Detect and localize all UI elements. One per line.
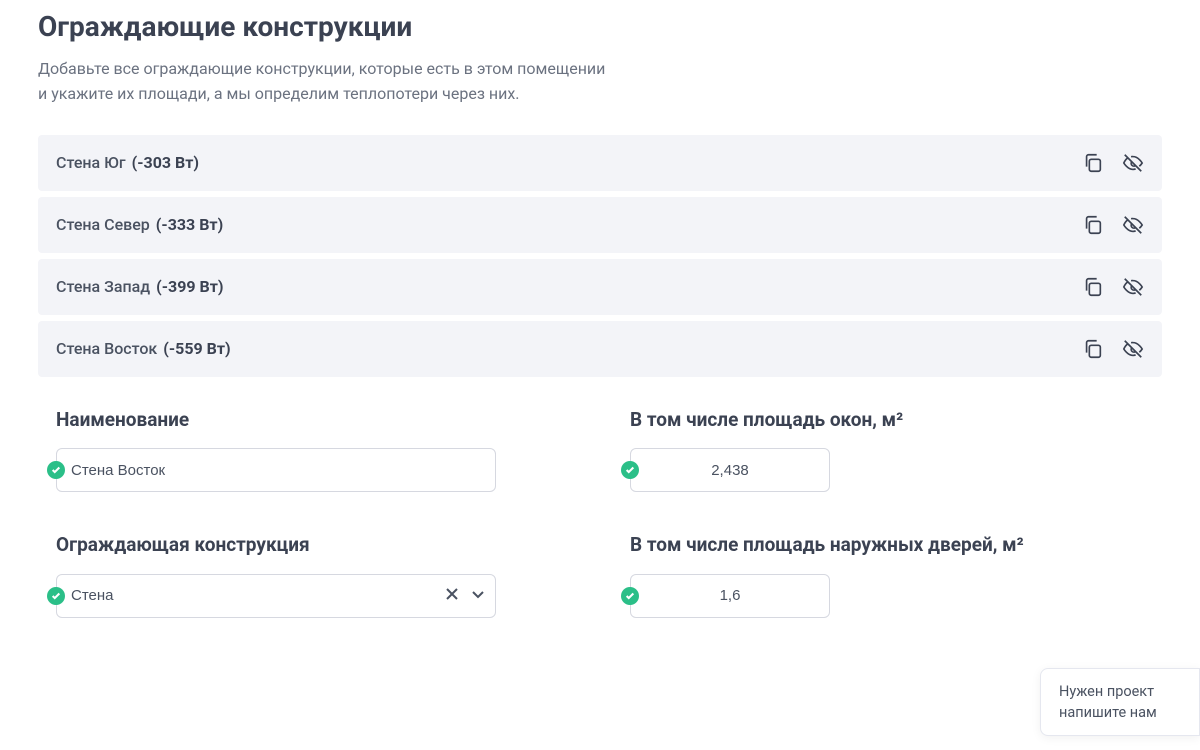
chat-widget[interactable]: Нужен проект напишите нам (1040, 668, 1200, 736)
window-area-input[interactable] (630, 448, 830, 492)
valid-check-icon (47, 587, 65, 605)
row-label: Стена Север (-333 Вт) (56, 215, 223, 234)
copy-icon[interactable] (1082, 338, 1104, 360)
row-name: Стена Восток (56, 339, 157, 358)
door-area-input[interactable] (630, 574, 830, 618)
row-watt: (-333 Вт) (156, 215, 223, 234)
row-name: Стена Север (56, 215, 150, 234)
valid-check-icon (47, 461, 65, 479)
hide-icon[interactable] (1122, 152, 1144, 174)
door-area-label: В том числе площадь наружных дверей, м² (630, 532, 1144, 558)
row-label: Стена Запад (-399 Вт) (56, 277, 224, 296)
copy-icon[interactable] (1082, 276, 1104, 298)
page-description: Добавьте все ограждающие конструкции, ко… (38, 57, 618, 107)
hide-icon[interactable] (1122, 276, 1144, 298)
valid-check-icon (621, 587, 639, 605)
expanded-form: Наименование В том числе площадь окон, м… (38, 383, 1162, 618)
copy-icon[interactable] (1082, 152, 1104, 174)
hide-icon[interactable] (1122, 338, 1144, 360)
construction-field-label: Ограждающая конструкция (56, 532, 570, 558)
chevron-down-icon[interactable] (470, 586, 486, 606)
row-name: Стена Запад (56, 277, 150, 296)
page-title: Ограждающие конструкции (38, 10, 1162, 43)
row-watt: (-399 Вт) (156, 277, 223, 296)
copy-icon[interactable] (1082, 214, 1104, 236)
row-watt: (-559 Вт) (163, 339, 230, 358)
chat-line1: Нужен проект (1059, 681, 1199, 702)
row-label: Стена Юг (-303 Вт) (56, 153, 199, 172)
construction-select[interactable] (56, 574, 496, 618)
window-area-label: В том числе площадь окон, м² (630, 407, 1144, 433)
row-watt: (-303 Вт) (132, 153, 199, 172)
construction-row[interactable]: Стена Север (-333 Вт) (38, 197, 1162, 253)
chat-line2: напишите нам (1059, 702, 1199, 723)
name-field-label: Наименование (56, 407, 570, 433)
construction-row[interactable]: Стена Юг (-303 Вт) (38, 135, 1162, 191)
construction-list: Стена Юг (-303 Вт) Стена Север (-333 Вт) (38, 135, 1162, 618)
construction-row[interactable]: Стена Запад (-399 Вт) (38, 259, 1162, 315)
construction-row-expanded[interactable]: Стена Восток (-559 Вт) (38, 321, 1162, 377)
row-name: Стена Юг (56, 153, 126, 172)
clear-icon[interactable] (444, 586, 460, 606)
valid-check-icon (621, 461, 639, 479)
name-input[interactable] (56, 448, 496, 492)
hide-icon[interactable] (1122, 214, 1144, 236)
row-label: Стена Восток (-559 Вт) (56, 339, 231, 358)
